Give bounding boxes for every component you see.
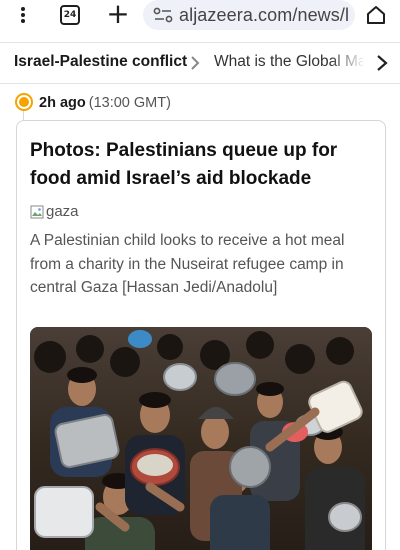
new-tab-plus-icon[interactable]: + — [106, 0, 130, 28]
image-alt-text: gaza — [46, 203, 79, 220]
broken-image-icon — [30, 205, 44, 218]
address-bar[interactable]: aljazeera.com/news/l — [143, 0, 355, 30]
tab-count: 24 — [63, 10, 77, 20]
photo-caption: A Palestinian child looks to receive a h… — [30, 232, 345, 296]
broken-image: gaza — [30, 203, 79, 220]
crowd-photo[interactable] — [30, 327, 372, 550]
chevron-right-icon[interactable] — [374, 53, 390, 73]
live-update-card: Photos: Palestinians queue up for food a… — [16, 120, 386, 550]
update-timestamp: 2h ago (13:00 GMT) — [39, 95, 171, 111]
home-icon[interactable] — [364, 3, 388, 27]
time-absolute: (13:00 GMT) — [88, 95, 171, 111]
browser-toolbar: 24 + aljazeera.com/news/l — [0, 0, 400, 32]
article-headline: Photos: Palestinians queue up for food a… — [30, 140, 338, 189]
kebab-menu-icon[interactable] — [16, 4, 30, 26]
site-settings-icon[interactable] — [153, 7, 173, 23]
timeline-dot-icon — [15, 93, 33, 111]
breadcrumb: Israel-Palestine conflict What is the Gl… — [0, 42, 400, 84]
chevron-right-icon — [191, 56, 200, 70]
time-ago: 2h ago — [39, 95, 86, 111]
tab-switcher-button[interactable]: 24 — [60, 5, 80, 25]
breadcrumb-current[interactable]: Israel-Palestine conflict — [14, 53, 187, 71]
crowd-photo-illustration — [30, 327, 372, 550]
page: 24 + aljazeera.com/news/l Israel-Palesti… — [0, 0, 400, 550]
url-text: aljazeera.com/news/l — [179, 4, 350, 25]
